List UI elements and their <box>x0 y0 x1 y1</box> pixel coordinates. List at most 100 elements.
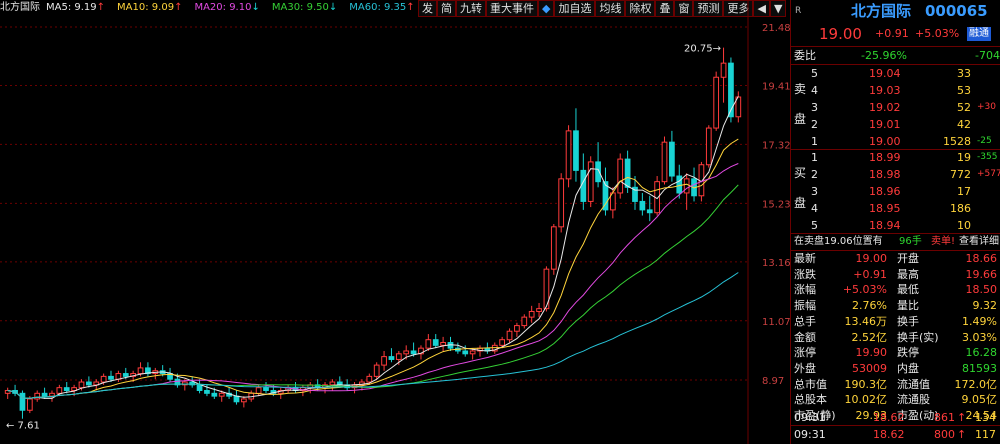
candle-body <box>550 226 557 270</box>
order-cell: 2 <box>811 118 818 131</box>
up-arrow-icon: ↑ <box>957 411 967 424</box>
stock-header: R 北方国际 000065 <box>791 0 1000 22</box>
stat-cell: 跌停 <box>897 346 919 360</box>
y-tick-label: 11.07 <box>762 317 790 328</box>
stat-row: 总手 13.46万 换手 1.49% <box>791 314 1000 330</box>
quote-panel: R 北方国际 000065 19.00 +0.91 +5.03% 融通 委比 -… <box>790 0 1000 444</box>
stat-cell: 振幅 <box>794 299 816 313</box>
book-side-label: 盘 <box>794 112 807 126</box>
order-level[interactable]: 2 18.98 772 +577 <box>791 166 1000 183</box>
stat-cell: 3.03% <box>962 330 997 344</box>
order-cell: 52 <box>957 101 971 114</box>
candle-body <box>713 76 720 129</box>
stat-cell: 换手 <box>897 314 919 328</box>
order-level[interactable]: 5 19.04 33 <box>791 65 1000 82</box>
candle-body <box>705 127 712 166</box>
order-cell: 33 <box>957 67 971 80</box>
candle-body <box>514 325 520 332</box>
candle-body <box>499 339 506 346</box>
kline-chart-area[interactable]: 北方国际 MA5: 9.19↑ MA10: 9.09↑ MA20: 9.10↓ MA30… <box>0 0 790 444</box>
order-level[interactable]: 4 18.95 186 <box>791 200 1000 217</box>
candle-body <box>19 392 26 411</box>
tick-cell: 861 <box>934 411 955 424</box>
stat-row: 涨跌 +0.91 最高 19.66 <box>791 267 1000 283</box>
stat-row: 最新 19.00 开盘 18.66 <box>791 251 1000 267</box>
candle-body <box>440 342 446 346</box>
order-cell: 772 <box>950 168 971 181</box>
margin-badge[interactable]: 融通 <box>967 27 991 41</box>
candle-body <box>425 339 432 349</box>
current-price: 19.00 <box>819 25 862 43</box>
order-level[interactable]: 2 19.01 42 <box>791 116 1000 133</box>
stat-cell: 金额 <box>794 330 816 344</box>
ma5-line <box>7 96 739 399</box>
candle-body <box>56 387 63 394</box>
stat-cell: 18.66 <box>965 252 998 265</box>
y-tick-label: 8.97 <box>762 376 784 387</box>
stat-cell: 涨幅 <box>794 283 816 297</box>
candle-body <box>624 158 631 188</box>
stat-row: 总市值 190.3亿 流通值 172.0亿 <box>791 377 1000 393</box>
order-level[interactable]: 3 18.96 17 <box>791 183 1000 200</box>
order-cell: 10 <box>957 219 971 232</box>
candle-body <box>122 373 129 377</box>
order-cell: 1 <box>811 135 818 148</box>
stat-row: 金额 2.52亿 换手(实) 3.03% <box>791 330 1000 346</box>
order-cell: +30 <box>977 102 996 112</box>
candle-body <box>403 350 410 355</box>
candle-body <box>528 310 535 318</box>
order-level[interactable]: 1 19.00 1528 -25 <box>791 133 1000 150</box>
candle-body <box>366 375 373 383</box>
candle-body <box>728 62 734 118</box>
stat-cell: 13.46万 <box>844 314 888 328</box>
candle-body <box>573 130 579 171</box>
candle-body <box>373 364 380 377</box>
stat-cell: 流通值 <box>897 377 930 391</box>
order-level[interactable]: 4 19.03 53 <box>791 82 1000 99</box>
candle-body <box>34 392 41 400</box>
y-tick-label: 13.16 <box>762 258 790 269</box>
order-cell: 53 <box>957 84 971 97</box>
y-tick-label: 21.48 <box>762 23 790 34</box>
candle-body <box>617 158 624 194</box>
order-cell: 3 <box>811 185 818 198</box>
order-cell: 2 <box>811 168 818 181</box>
stat-cell: 涨跌 <box>794 267 816 281</box>
stat-cell: 最低 <box>897 283 919 297</box>
stat-cell: 2.76% <box>852 299 887 313</box>
y-tick-label: 15.23 <box>762 199 790 210</box>
candlestick-chart[interactable]: 21.48 19.41 17.32 15.23 13.16 11.07 8.97 20.75→… <box>0 0 790 444</box>
candle-body <box>462 350 469 355</box>
candle-body <box>639 200 646 211</box>
order-level[interactable]: 3 19.02 52 +30 <box>791 99 1000 116</box>
candle-body <box>580 169 587 202</box>
candle-body <box>410 350 417 355</box>
order-cell: 5 <box>811 67 818 80</box>
stat-cell: 1.49% <box>962 314 997 328</box>
tick-cell: 09:31 <box>794 411 826 424</box>
tick-cell: 09:31 <box>794 428 826 441</box>
order-level[interactable]: 1 18.99 19 -355 <box>791 149 1000 166</box>
candle-body <box>676 175 683 194</box>
stat-cell: 开盘 <box>897 252 919 265</box>
high-label: 20.75→ <box>684 44 721 55</box>
stat-cell: 10.02亿 <box>844 393 888 407</box>
order-level[interactable]: 5 18.94 10 <box>791 217 1000 234</box>
candle-body <box>218 392 225 397</box>
candle-body <box>558 178 565 228</box>
stat-cell: 外盘 <box>794 361 816 375</box>
candle-body <box>669 141 675 177</box>
candle-body <box>661 141 668 183</box>
stat-cell: 总市值 <box>794 377 827 391</box>
candle-body <box>388 356 395 360</box>
candle-body <box>100 375 107 383</box>
order-cell: 18.94 <box>869 219 901 232</box>
candle-body <box>720 62 727 78</box>
view-detail-link[interactable]: 查看详细 <box>959 233 999 250</box>
order-cell: 186 <box>950 202 971 215</box>
book-side-label: 买 <box>794 166 807 180</box>
candle-body <box>240 398 247 403</box>
ma10-line <box>7 138 739 399</box>
tick-row: 09:31 18.62 800 ↑ 117 <box>791 426 1000 443</box>
candle-body <box>137 367 144 375</box>
